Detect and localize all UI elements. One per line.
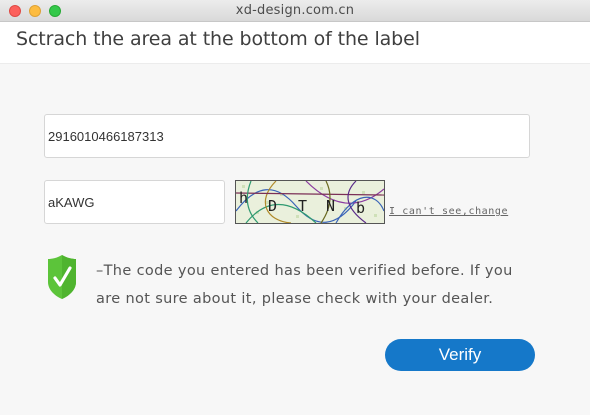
verification-message: –The code you entered has been verified … bbox=[96, 263, 513, 307]
serial-number-input[interactable] bbox=[44, 114, 530, 158]
svg-text:h: h bbox=[239, 189, 248, 207]
captcha-graphic: h D T N b bbox=[235, 180, 385, 224]
title-bar: xd-design.com.cn bbox=[0, 0, 590, 22]
window-title: xd-design.com.cn bbox=[235, 3, 355, 18]
app-window: xd-design.com.cn Sctrach the area at the… bbox=[0, 0, 590, 415]
shield-check-icon bbox=[47, 254, 77, 300]
svg-text:N: N bbox=[326, 197, 335, 215]
page-title: Sctrach the area at the bottom of the la… bbox=[16, 28, 420, 50]
svg-text:T: T bbox=[298, 197, 307, 215]
verify-button[interactable]: Verify bbox=[385, 339, 535, 371]
page-header: Sctrach the area at the bottom of the la… bbox=[0, 22, 590, 64]
captcha-code-input[interactable] bbox=[44, 180, 225, 224]
svg-text:D: D bbox=[268, 197, 277, 215]
change-captcha-link[interactable]: I can't see,change bbox=[389, 206, 508, 217]
svg-text:b: b bbox=[356, 199, 365, 217]
captcha-image[interactable]: h D T N b bbox=[235, 180, 385, 224]
